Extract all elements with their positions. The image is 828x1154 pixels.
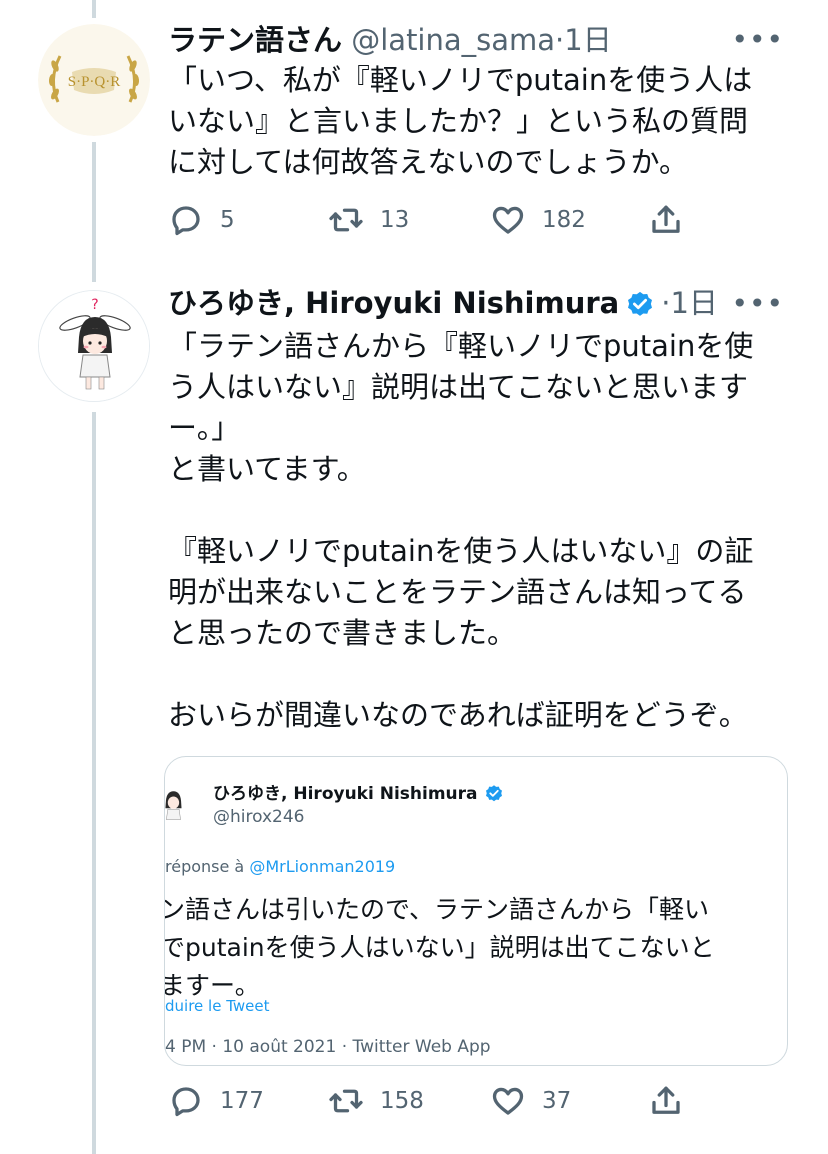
display-name[interactable]: ラテン語さん bbox=[168, 23, 342, 57]
svg-text:S·P·Q·R: S·P·Q·R bbox=[68, 74, 121, 90]
verified-badge-icon bbox=[485, 785, 502, 802]
avatar-latina[interactable]: S·P·Q·R bbox=[38, 24, 150, 136]
retweet-button[interactable]: 13 bbox=[328, 198, 409, 242]
like-button[interactable]: 182 bbox=[490, 198, 586, 242]
thread-line-top bbox=[92, 0, 96, 18]
verified-badge-icon bbox=[628, 291, 653, 316]
reply-prefix: réponse à bbox=[165, 857, 250, 876]
tweet-actions: 5 13 182 bbox=[168, 198, 788, 242]
time-separator: · bbox=[555, 23, 565, 57]
quoted-handle: @hirox246 bbox=[213, 807, 305, 827]
bunny-character-icon: ? bbox=[39, 291, 149, 401]
retweet-count: 158 bbox=[380, 1088, 424, 1114]
more-options-icon[interactable]: ••• bbox=[731, 290, 784, 318]
reply-count: 177 bbox=[220, 1088, 264, 1114]
display-name[interactable]: ひろゆき, Hiroyuki Nishimura bbox=[168, 286, 619, 320]
thread-line-bottom bbox=[92, 412, 96, 1154]
tweet-header: ラテン語さん @latina_sama·1日 bbox=[168, 20, 612, 60]
like-button[interactable]: 37 bbox=[490, 1079, 571, 1123]
spqr-laurel-icon: S·P·Q·R bbox=[38, 24, 150, 136]
share-button[interactable] bbox=[648, 198, 684, 242]
translate-link: duire le Tweet bbox=[165, 997, 270, 1015]
share-button[interactable] bbox=[648, 1079, 684, 1123]
heart-icon bbox=[492, 1087, 524, 1115]
retweet-icon bbox=[329, 1089, 363, 1113]
retweet-count: 13 bbox=[380, 207, 410, 233]
quoted-avatar bbox=[165, 779, 199, 831]
share-icon bbox=[652, 1086, 680, 1114]
retweet-button[interactable]: 158 bbox=[328, 1079, 424, 1123]
heart-icon bbox=[492, 206, 524, 234]
thread-line-mid bbox=[92, 142, 96, 282]
reply-button[interactable]: 5 bbox=[168, 198, 235, 242]
retweet-icon bbox=[329, 208, 363, 232]
bunny-character-icon bbox=[165, 779, 199, 831]
quoted-reply-context: réponse à @MrLionman2019 bbox=[165, 857, 395, 876]
reply-icon bbox=[172, 206, 200, 236]
reply-to-link: @MrLionman2019 bbox=[249, 857, 396, 876]
tweet-actions: 177 158 37 bbox=[168, 1079, 788, 1123]
tweet-text: 「ラテン語さんから『軽いノリでputainを使 う人はいない』説明は出てこないと… bbox=[168, 329, 754, 732]
tweet-header: ひろゆき, Hiroyuki Nishimura ·1日 bbox=[168, 283, 718, 323]
tweet-timestamp[interactable]: 1日 bbox=[670, 286, 717, 320]
quoted-display-name: ひろゆき, Hiroyuki Nishimura bbox=[213, 779, 510, 804]
svg-text:?: ? bbox=[91, 297, 98, 313]
reply-count: 5 bbox=[220, 207, 235, 233]
share-icon bbox=[652, 205, 680, 233]
quoted-meta: 4 PM · 10 août 2021 · Twitter Web App bbox=[165, 1037, 491, 1057]
user-handle[interactable]: @latina_sama bbox=[351, 23, 555, 57]
tweet-text: 「いつ、私が『軽いノリでputainを使う人は いない』と言いましたか？」という… bbox=[168, 63, 753, 179]
avatar-hiroyuki[interactable]: ? bbox=[38, 290, 150, 402]
reply-icon bbox=[172, 1087, 200, 1117]
quoted-text: テン語さんは引いたので、ラテン語さんから「軽い リでputainを使う人はいない… bbox=[164, 895, 715, 1000]
reply-button[interactable]: 177 bbox=[168, 1079, 264, 1123]
quoted-tweet-card[interactable]: ひろゆき, Hiroyuki Nishimura @hirox246 répon… bbox=[164, 756, 788, 1066]
more-options-icon[interactable]: ••• bbox=[731, 26, 784, 54]
tweet-timestamp[interactable]: 1日 bbox=[564, 23, 611, 57]
like-count: 182 bbox=[542, 207, 586, 233]
like-count: 37 bbox=[542, 1088, 572, 1114]
